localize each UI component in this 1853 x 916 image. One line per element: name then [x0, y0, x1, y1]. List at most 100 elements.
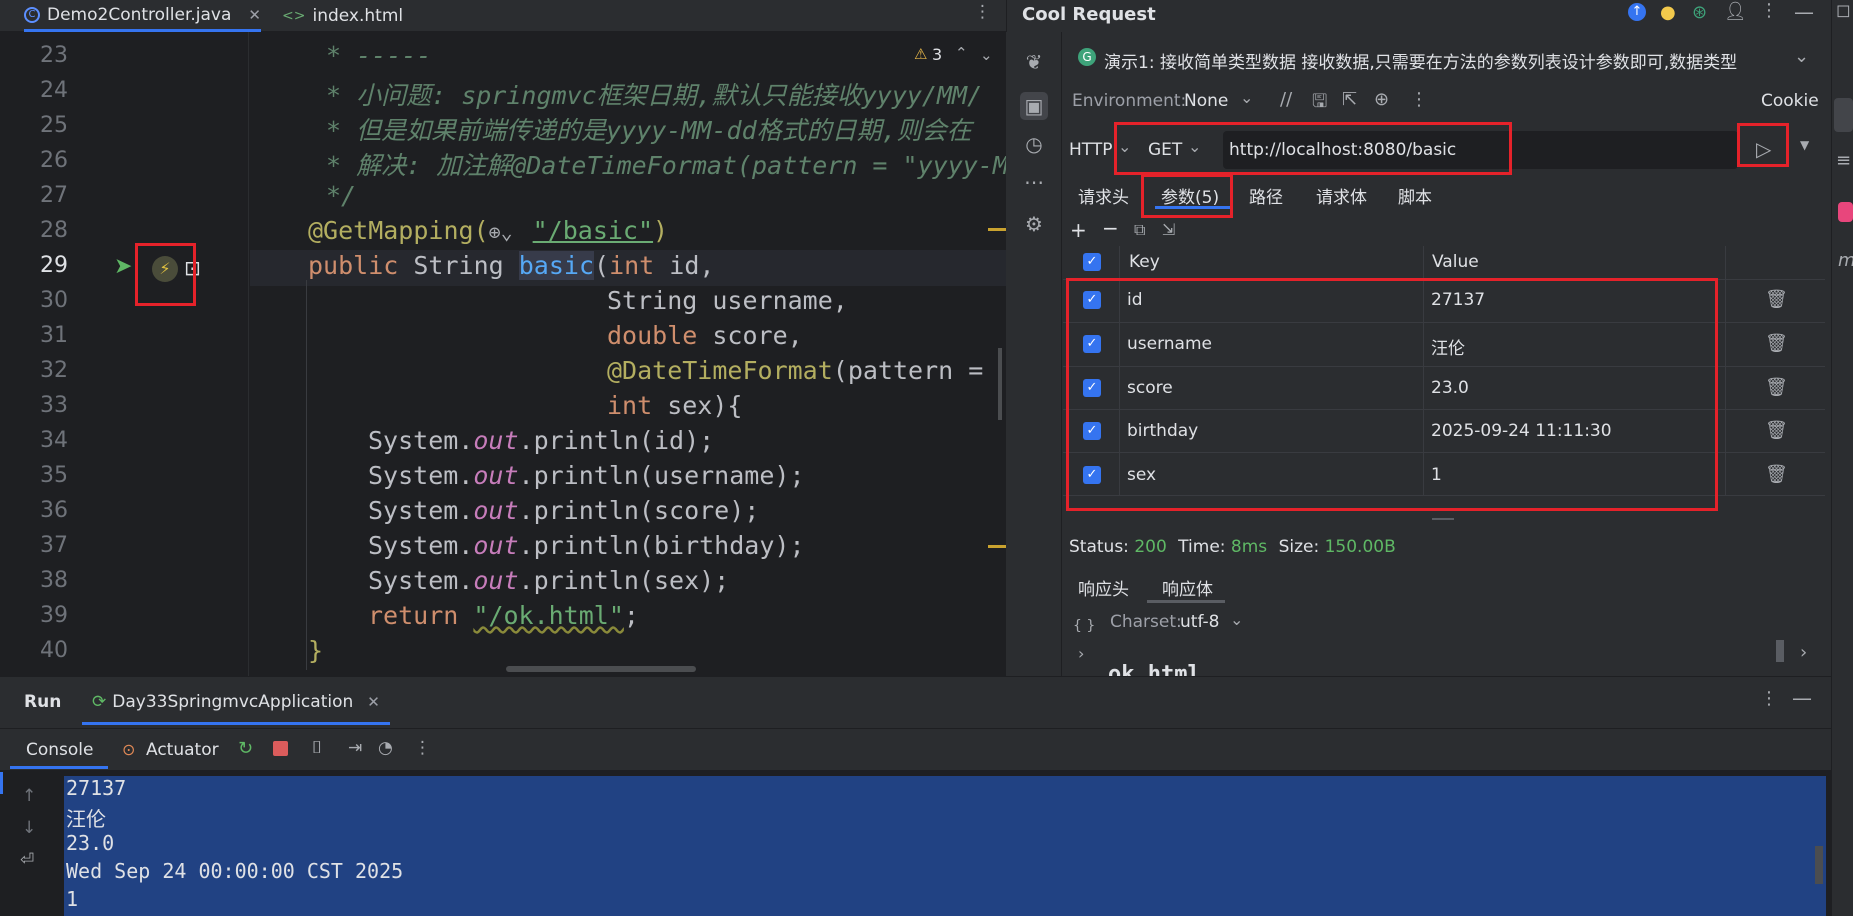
editor-hscrollbar[interactable] — [506, 666, 696, 672]
save-icon[interactable]: 🖫 — [1312, 89, 1327, 119]
database-icon[interactable]: ≡ — [1836, 150, 1851, 171]
tab-response-body[interactable]: 响应体 — [1162, 575, 1213, 600]
trash-icon[interactable]: 🗑︎ — [1765, 420, 1788, 441]
camera-icon[interactable]: ⌷ — [312, 738, 322, 758]
active-tab-indicator — [82, 722, 390, 725]
tab-headers[interactable]: 请求头 — [1078, 183, 1129, 208]
close-tab-icon[interactable]: ✕ — [367, 693, 380, 711]
tab-response-headers[interactable]: 响应头 — [1078, 575, 1129, 600]
plugin-icon[interactable] — [1838, 202, 1853, 222]
chevron-down-icon[interactable]: ⌄ — [1240, 88, 1253, 107]
scroll-up-icon[interactable]: ↑ — [22, 786, 36, 806]
minimize-icon[interactable]: — — [1794, 0, 1814, 24]
line-number: 36 — [40, 498, 68, 523]
update-icon[interactable]: ↑ — [1628, 3, 1646, 21]
copy-icon[interactable]: ⧉ — [1134, 220, 1145, 240]
import-icon[interactable]: ⇲ — [1162, 220, 1175, 239]
settings-icon[interactable]: ⚙ — [1020, 210, 1048, 238]
tab-body[interactable]: 请求体 — [1316, 183, 1367, 208]
code-line: public String basic(int id, — [308, 251, 714, 280]
java-class-icon: C — [24, 6, 40, 23]
cool-request-tool-icon[interactable] — [1834, 98, 1853, 132]
protocol-select[interactable]: HTTP — [1069, 140, 1113, 160]
call: .println(birthday); — [518, 531, 805, 560]
params-tab-highlight — [1141, 174, 1233, 218]
more-options-icon[interactable]: ⋮ — [1760, 0, 1778, 21]
more-options-icon[interactable]: ⋮ — [1760, 688, 1778, 709]
select-all-checkbox[interactable]: ✓ — [1083, 253, 1101, 271]
call: .println(score); — [518, 496, 760, 525]
string-literal: "/ok.html" — [473, 601, 624, 630]
class-ref: System. — [368, 496, 474, 525]
target-icon[interactable]: ⊕ — [1374, 89, 1389, 110]
field: out — [473, 426, 519, 455]
charset-select[interactable]: utf-8 — [1180, 612, 1219, 632]
soft-wrap-icon[interactable]: ⏎ — [20, 850, 34, 870]
trash-icon[interactable]: 🗑︎ — [1765, 377, 1788, 398]
api-selector[interactable]: 演示1: 接收简单类型数据 接收数据,只需要在方法的参数列表设计参数即可,数据类… — [1104, 48, 1740, 73]
column-header-value: Value — [1432, 252, 1479, 272]
minimize-icon[interactable]: — — [1792, 686, 1812, 710]
console-scrollbar[interactable] — [1815, 846, 1823, 884]
resize-handle[interactable] — [1432, 518, 1454, 520]
api-request-icon[interactable]: ▣ — [1020, 92, 1048, 120]
chevron-right-icon[interactable]: › — [1078, 644, 1084, 663]
editor-scrollbar[interactable] — [998, 348, 1002, 420]
add-icon[interactable]: + — [1070, 218, 1087, 242]
openai-icon[interactable]: ⊛ — [1692, 2, 1707, 23]
line-number: 39 — [40, 603, 68, 628]
scroll-down-icon[interactable]: ↓ — [22, 818, 36, 838]
warning-icon[interactable]: ⚠ — [914, 45, 927, 63]
tab-script[interactable]: 脚本 — [1398, 183, 1432, 208]
trash-icon[interactable]: 🗑︎ — [1765, 289, 1788, 310]
cookie-button[interactable]: Cookie — [1761, 91, 1819, 111]
globe-icon[interactable]: ⊕⌄ — [489, 220, 533, 244]
more-icon[interactable]: ⋯ — [1020, 168, 1048, 196]
chevron-right-icon[interactable]: › — [1800, 642, 1807, 663]
tab-actuator[interactable]: Actuator — [146, 740, 219, 760]
caret-down-icon[interactable]: ▼ — [1800, 138, 1809, 152]
chevron-down-icon[interactable]: ⌄ — [1230, 610, 1243, 629]
console-line: Wed Sep 24 00:00:00 CST 2025 — [66, 859, 404, 883]
remove-icon[interactable]: − — [1102, 216, 1119, 240]
gauge-icon[interactable]: ◔ — [378, 738, 393, 758]
chevron-down-icon[interactable]: ⌄ — [980, 46, 993, 64]
tab-path[interactable]: 路径 — [1249, 183, 1283, 208]
code-line: @GetMapping(⊕⌄ "/basic") — [308, 216, 668, 245]
environment-select[interactable]: None — [1184, 91, 1228, 111]
maven-icon[interactable]: m — [1838, 250, 1853, 271]
send-request-icon[interactable]: ➤ — [114, 254, 132, 279]
history-icon[interactable]: ◷ — [1020, 130, 1048, 158]
user-icon[interactable]: 👤︎ — [1724, 1, 1747, 22]
more-options-icon[interactable]: ⋮ — [974, 2, 991, 22]
code-line: * 但是如果前端传递的是yyyy-MM-dd格式的日期,则会在 — [326, 111, 972, 147]
open-external-icon[interactable]: ⇱ — [1342, 89, 1357, 110]
tab-demo2controller[interactable]: C Demo2Controller.java ✕ — [24, 0, 261, 32]
more-options-icon[interactable]: ⋮ — [414, 738, 431, 758]
chevron-up-icon[interactable]: ⌃ — [955, 44, 968, 62]
html-icon: <> — [282, 8, 306, 24]
code-line: System.out.println(sex); — [368, 566, 729, 595]
tab-console[interactable]: Console — [26, 740, 94, 760]
line-number: 38 — [40, 568, 68, 593]
send-highlight — [1737, 123, 1789, 167]
tab-index-html[interactable]: <> index.html — [282, 0, 403, 32]
rerun-icon[interactable]: ↻ — [238, 738, 253, 759]
more-options-icon[interactable]: ⋮ — [1410, 89, 1428, 110]
notifications-icon[interactable]: ◻ — [1836, 0, 1851, 21]
trash-icon[interactable]: 🗑︎ — [1765, 333, 1788, 354]
code-line: * 小问题: springmvc框架日期,默认只能接收yyyy/MM/ — [326, 76, 982, 112]
comment-slash-icon[interactable]: // — [1280, 89, 1292, 110]
leaf-icon[interactable]: ❦ — [1020, 48, 1048, 76]
semicolon: ; — [623, 601, 639, 630]
response-scrollbar[interactable] — [1776, 640, 1784, 662]
login-icon[interactable]: ⇥ — [348, 738, 362, 758]
class-ref: System. — [368, 566, 474, 595]
stop-icon[interactable] — [273, 741, 288, 756]
braces-icon[interactable]: { } — [1073, 618, 1095, 634]
trash-icon[interactable]: 🗑︎ — [1765, 464, 1788, 485]
chevron-down-icon[interactable]: ⌄ — [1794, 46, 1809, 67]
close-tab-icon[interactable]: ✕ — [248, 6, 261, 24]
run-config-tab[interactable]: ⟳ Day33SpringmvcApplication ✕ — [92, 692, 380, 712]
lightbulb-icon[interactable]: ● — [1660, 2, 1676, 23]
